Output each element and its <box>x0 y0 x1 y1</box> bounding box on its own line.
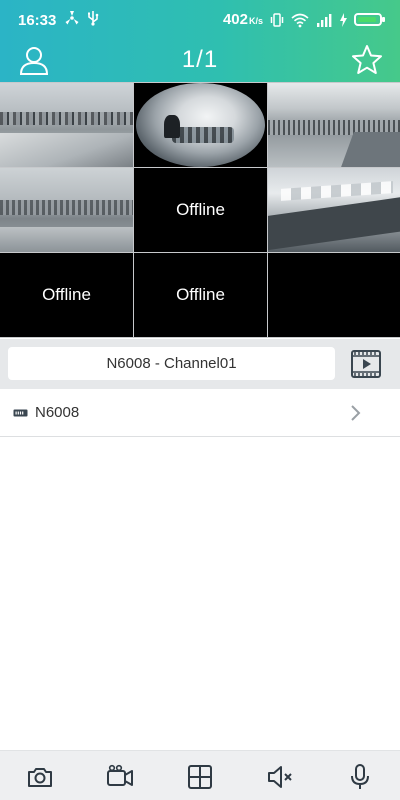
net-speed-value: 402 <box>222 11 248 28</box>
layout-grid-icon[interactable] <box>186 763 214 791</box>
record-icon[interactable] <box>106 763 134 791</box>
camera-cell-6[interactable] <box>268 168 400 252</box>
battery-fill <box>358 17 376 22</box>
top-header: 16:33 402 K/s 1/1 <box>0 0 400 82</box>
camera-cell-3[interactable] <box>268 83 400 167</box>
channel-bar: N6008 - Channel01 <box>0 339 400 389</box>
camera-cell-8[interactable]: Offline <box>134 253 267 337</box>
chevron-right-icon <box>351 405 361 421</box>
star-icon[interactable] <box>350 43 384 77</box>
nvr-icon <box>13 409 28 417</box>
camera-feed <box>268 168 400 252</box>
camera-feed <box>268 83 400 167</box>
fan-icon <box>65 11 79 25</box>
status-left-icons <box>64 10 100 26</box>
net-speed-unit: K/s <box>248 16 263 26</box>
vibrate-icon <box>270 12 284 27</box>
camera-icon[interactable] <box>26 763 54 791</box>
status-right: 402 K/s <box>223 11 385 28</box>
device-name: N6008 <box>35 404 80 421</box>
bottom-toolbar <box>0 750 400 800</box>
net-speed: 402 K/s <box>223 11 263 28</box>
status-time: 16:33 <box>18 12 57 29</box>
camera-cell-5[interactable]: Offline <box>134 168 267 252</box>
offline-label: Offline <box>176 200 225 219</box>
usb-icon <box>88 11 99 26</box>
camera-grid: Offline Offline Offline <box>0 82 400 338</box>
playback-icon[interactable] <box>350 349 386 379</box>
camera-feed <box>0 83 133 167</box>
offline-label: Offline <box>176 285 225 304</box>
channel-name-field[interactable]: N6008 - Channel01 <box>8 347 335 380</box>
page-indicator: 1/1 <box>181 46 219 73</box>
mute-icon[interactable] <box>266 763 294 791</box>
signal-icon <box>317 13 332 27</box>
app-bar: 1/1 <box>0 40 400 82</box>
camera-cell-4[interactable] <box>0 168 133 252</box>
camera-feed <box>0 168 133 252</box>
offline-label: Offline <box>42 285 91 304</box>
microphone-icon[interactable] <box>346 763 374 791</box>
camera-cell-7[interactable]: Offline <box>0 253 133 337</box>
device-list-item[interactable]: N6008 <box>0 389 400 437</box>
charging-icon <box>340 12 347 27</box>
battery-icon <box>354 13 385 26</box>
wifi-icon <box>291 13 309 27</box>
status-bar: 16:33 402 K/s <box>0 0 400 40</box>
camera-cell-9[interactable] <box>268 253 400 337</box>
camera-feed <box>134 83 267 167</box>
camera-cell-2[interactable] <box>134 83 267 167</box>
camera-cell-1[interactable] <box>0 83 133 167</box>
